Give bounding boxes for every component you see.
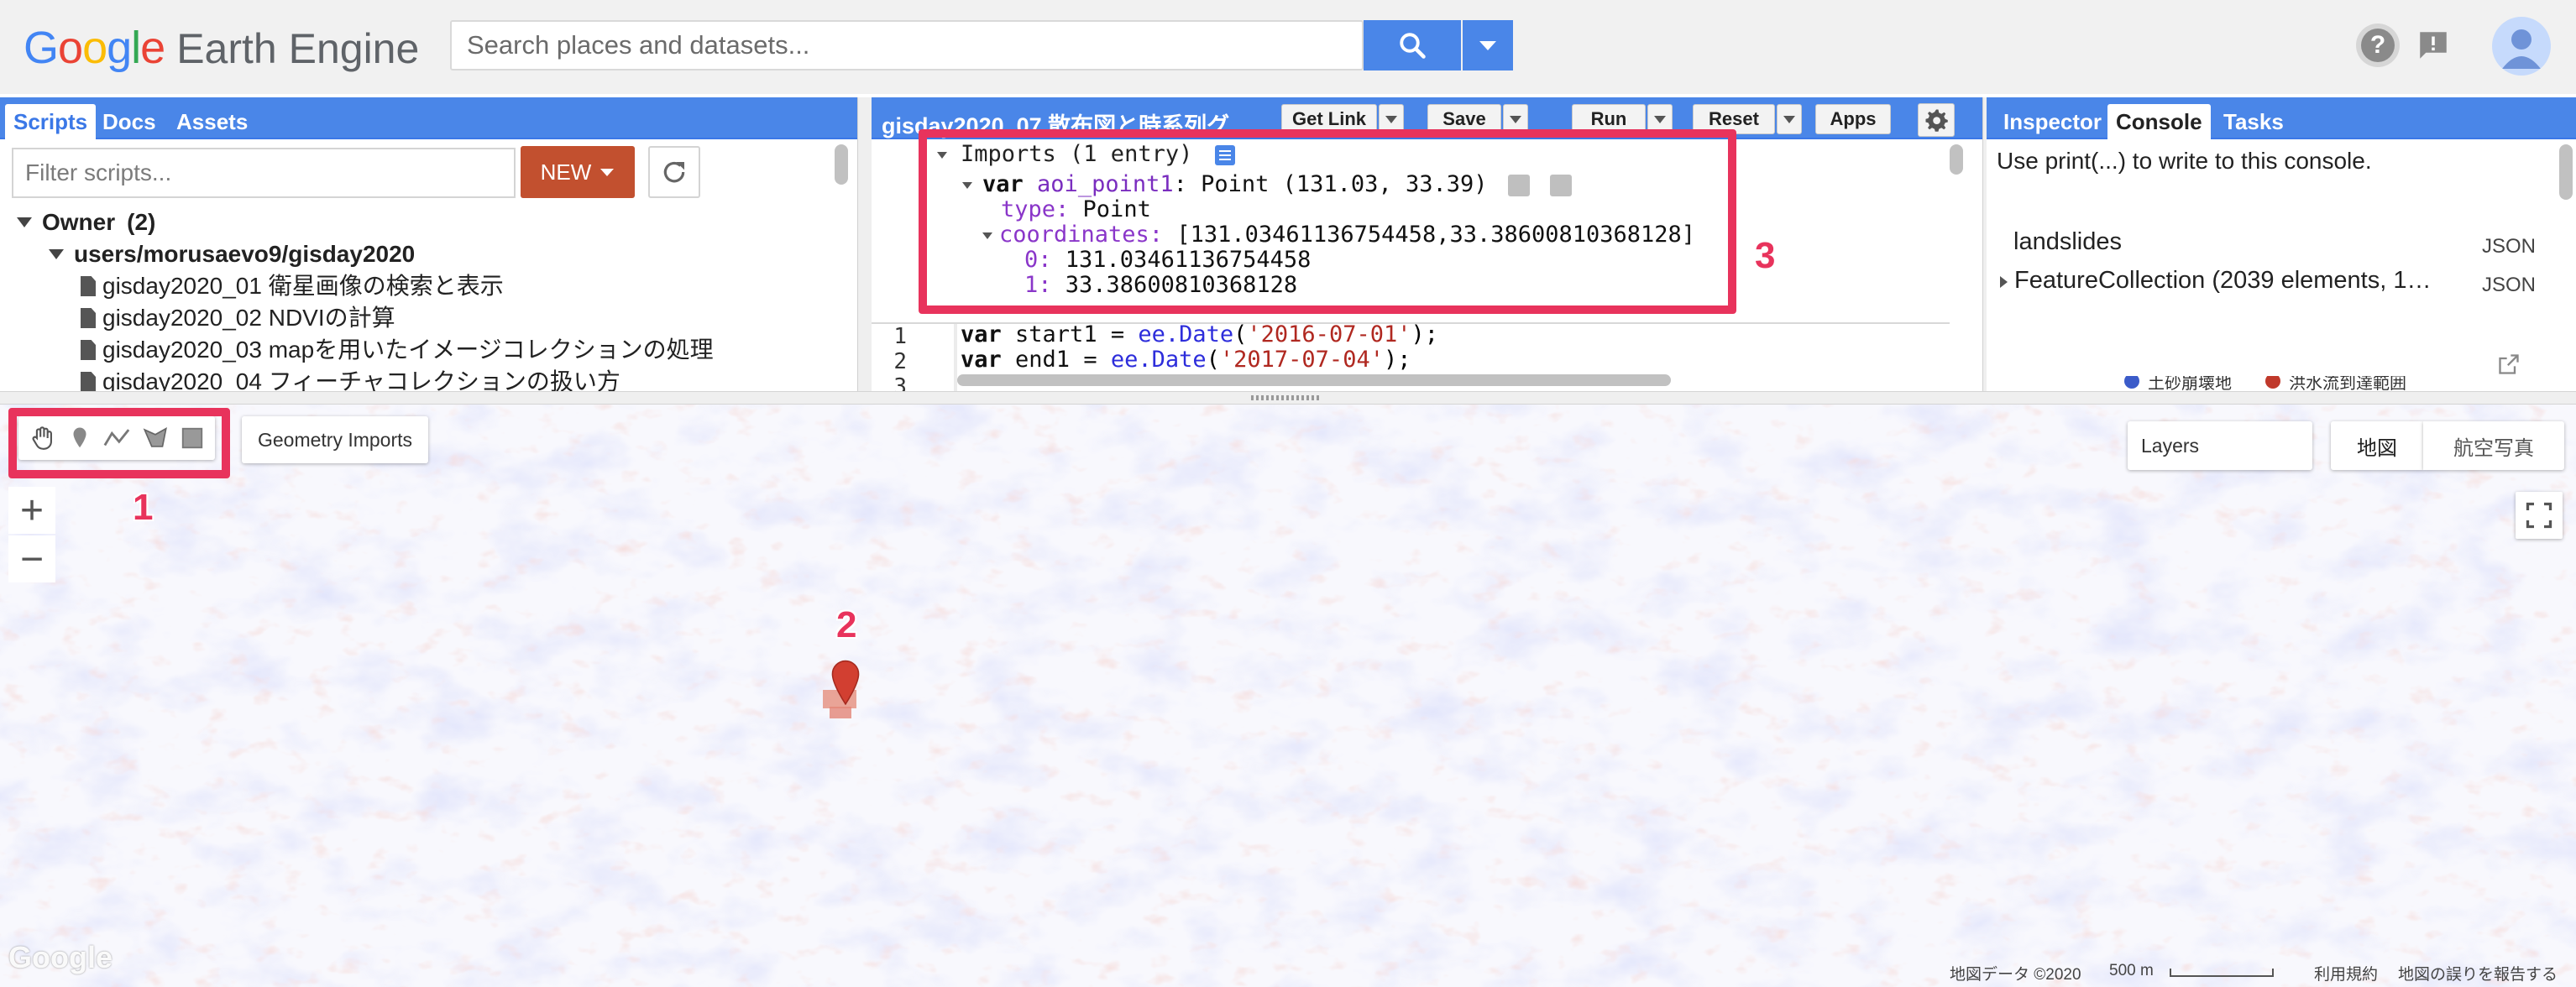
scale-label: 500 m <box>2109 962 2154 979</box>
script-tree: Owner (2) users/morusaevo9/gisday2020 gi… <box>17 206 714 398</box>
json-toggle[interactable]: JSON <box>2482 235 2536 258</box>
tab-docs[interactable]: Docs <box>94 104 165 139</box>
map-marker-pin[interactable] <box>830 660 861 707</box>
script-file-label: gisday2020_01 衛星画像の検索と表示 <box>102 273 504 299</box>
annotation-number-2: 2 <box>836 604 857 645</box>
console-row-landslides: landslides <box>2013 228 2122 255</box>
owner-label: Owner <box>42 209 116 235</box>
script-file-label: gisday2020_03 mapを用いたイメージコレクションの処理 <box>102 337 714 363</box>
annotation-box-1 <box>8 408 230 478</box>
feedback-button[interactable] <box>2411 24 2455 67</box>
logo-product-name: Earth Engine <box>176 25 420 72</box>
geometry-imports-button[interactable]: Geometry Imports <box>242 416 428 463</box>
owner-count: (2) <box>127 209 156 235</box>
annotation-number-3: 3 <box>1755 235 1776 276</box>
legend-swatch <box>2265 376 2280 389</box>
chart-legend: 土砂崩壊地 洪水流到達範囲 <box>2124 376 2477 391</box>
gutter-border <box>954 324 957 391</box>
script-file[interactable]: gisday2020_03 mapを用いたイメージコレクションの処理 <box>17 334 714 366</box>
legend-swatch <box>2124 376 2139 389</box>
fullscreen-button[interactable] <box>2516 492 2563 539</box>
map-type-satellite-button[interactable]: 航空写真 <box>2423 421 2564 470</box>
help-icon: ? <box>2361 29 2395 62</box>
script-file[interactable]: gisday2020_01 衛星画像の検索と表示 <box>17 270 714 302</box>
legend-item: 土砂崩壊地 <box>2124 376 2232 391</box>
code-line-2[interactable]: var end1 = ee.Date('2017-07-04'); <box>961 347 1438 373</box>
left-panel-tabs: Scripts Docs Assets <box>0 97 857 139</box>
map-raster-layer <box>0 405 2576 987</box>
tab-scripts[interactable]: Scripts <box>5 104 97 139</box>
expand-triangle-icon <box>2000 276 2008 288</box>
filter-scripts[interactable] <box>12 148 516 198</box>
new-button[interactable]: NEW <box>521 146 635 198</box>
google-watermark: Google <box>8 940 113 974</box>
editor-resize-handle[interactable] <box>872 379 1983 391</box>
tab-tasks[interactable]: Tasks <box>2215 104 2292 139</box>
zoom-out-button[interactable]: − <box>8 535 55 582</box>
map-type-map-button[interactable]: 地図 <box>2331 421 2423 470</box>
editor-scrollbar[interactable] <box>1950 144 1963 175</box>
earth-engine-logo[interactable]: Google Earth Engine <box>24 22 420 73</box>
refresh-button[interactable] <box>648 146 700 198</box>
layers-button[interactable]: Layers <box>2128 421 2312 470</box>
new-button-label: NEW <box>540 159 592 185</box>
tree-owner[interactable]: Owner (2) <box>17 206 714 238</box>
map-attribution: 地図データ ©2020 <box>1950 966 2081 984</box>
left-panel-scrollbar[interactable] <box>835 144 848 185</box>
chevron-down-icon <box>600 169 615 176</box>
file-icon <box>81 372 96 392</box>
annotation-box-3 <box>919 129 1736 314</box>
zoom-in-button[interactable]: + <box>8 487 55 534</box>
report-error-link[interactable]: 地図の誤りを報告する <box>2398 962 2558 984</box>
expand-triangle-icon <box>49 249 64 259</box>
map-splitter[interactable] <box>0 391 2576 405</box>
open-in-new-icon[interactable] <box>2497 352 2521 376</box>
help-button[interactable]: ? <box>2356 24 2400 67</box>
feedback-icon <box>2420 32 2447 59</box>
refresh-icon <box>663 161 685 183</box>
right-panel-tabs: Inspector Console Tasks <box>1987 97 2576 139</box>
scale-bar <box>2170 969 2274 977</box>
fullscreen-icon <box>2526 502 2552 529</box>
json-toggle[interactable]: JSON <box>2482 274 2536 297</box>
person-icon <box>2502 29 2541 69</box>
console-row-featurecollection[interactable]: FeatureCollection (2039 elements, 1… <box>2000 267 2431 295</box>
map-view[interactable]: Geometry Imports + − Layers 地図 航空写真 Goog… <box>0 405 2576 987</box>
code-text[interactable]: var start1 = ee.Date('2016-07-01'); var … <box>961 322 1438 373</box>
annotation-number-1: 1 <box>133 487 154 528</box>
file-icon <box>81 308 96 328</box>
google-logo-text: Google <box>24 23 165 73</box>
console-scrollbar[interactable] <box>2559 144 2573 200</box>
filter-scripts-input[interactable] <box>13 149 514 196</box>
legend-item: 洪水流到達範囲 <box>2265 376 2406 391</box>
expand-triangle-icon <box>17 217 32 227</box>
tab-assets[interactable]: Assets <box>168 104 256 139</box>
earth-engine-code-editor: Google Earth Engine ? Scripts Docs Asset… <box>0 0 2576 987</box>
splitter-grip-icon <box>1251 395 1322 400</box>
file-icon <box>81 276 96 296</box>
left-panel: Scripts Docs Assets NEW Owner (2) users/… <box>0 97 858 394</box>
line-number-gutter: 1 2 3 <box>893 324 907 400</box>
terms-link[interactable]: 利用規約 <box>2314 962 2378 984</box>
code-line-1[interactable]: var start1 = ee.Date('2016-07-01'); <box>961 322 1438 347</box>
account-avatar[interactable] <box>2492 17 2551 76</box>
console-hint: Use print(...) to write to this console. <box>1997 148 2372 174</box>
script-file[interactable]: gisday2020_02 NDVIの計算 <box>17 302 714 334</box>
script-file-label: gisday2020_02 NDVIの計算 <box>102 305 395 331</box>
repo-label: users/morusaevo9/gisday2020 <box>74 241 416 267</box>
tree-repo[interactable]: users/morusaevo9/gisday2020 <box>17 238 714 270</box>
tab-inspector[interactable]: Inspector <box>1995 104 2110 139</box>
file-icon <box>81 340 96 360</box>
tab-console[interactable]: Console <box>2107 104 2211 139</box>
